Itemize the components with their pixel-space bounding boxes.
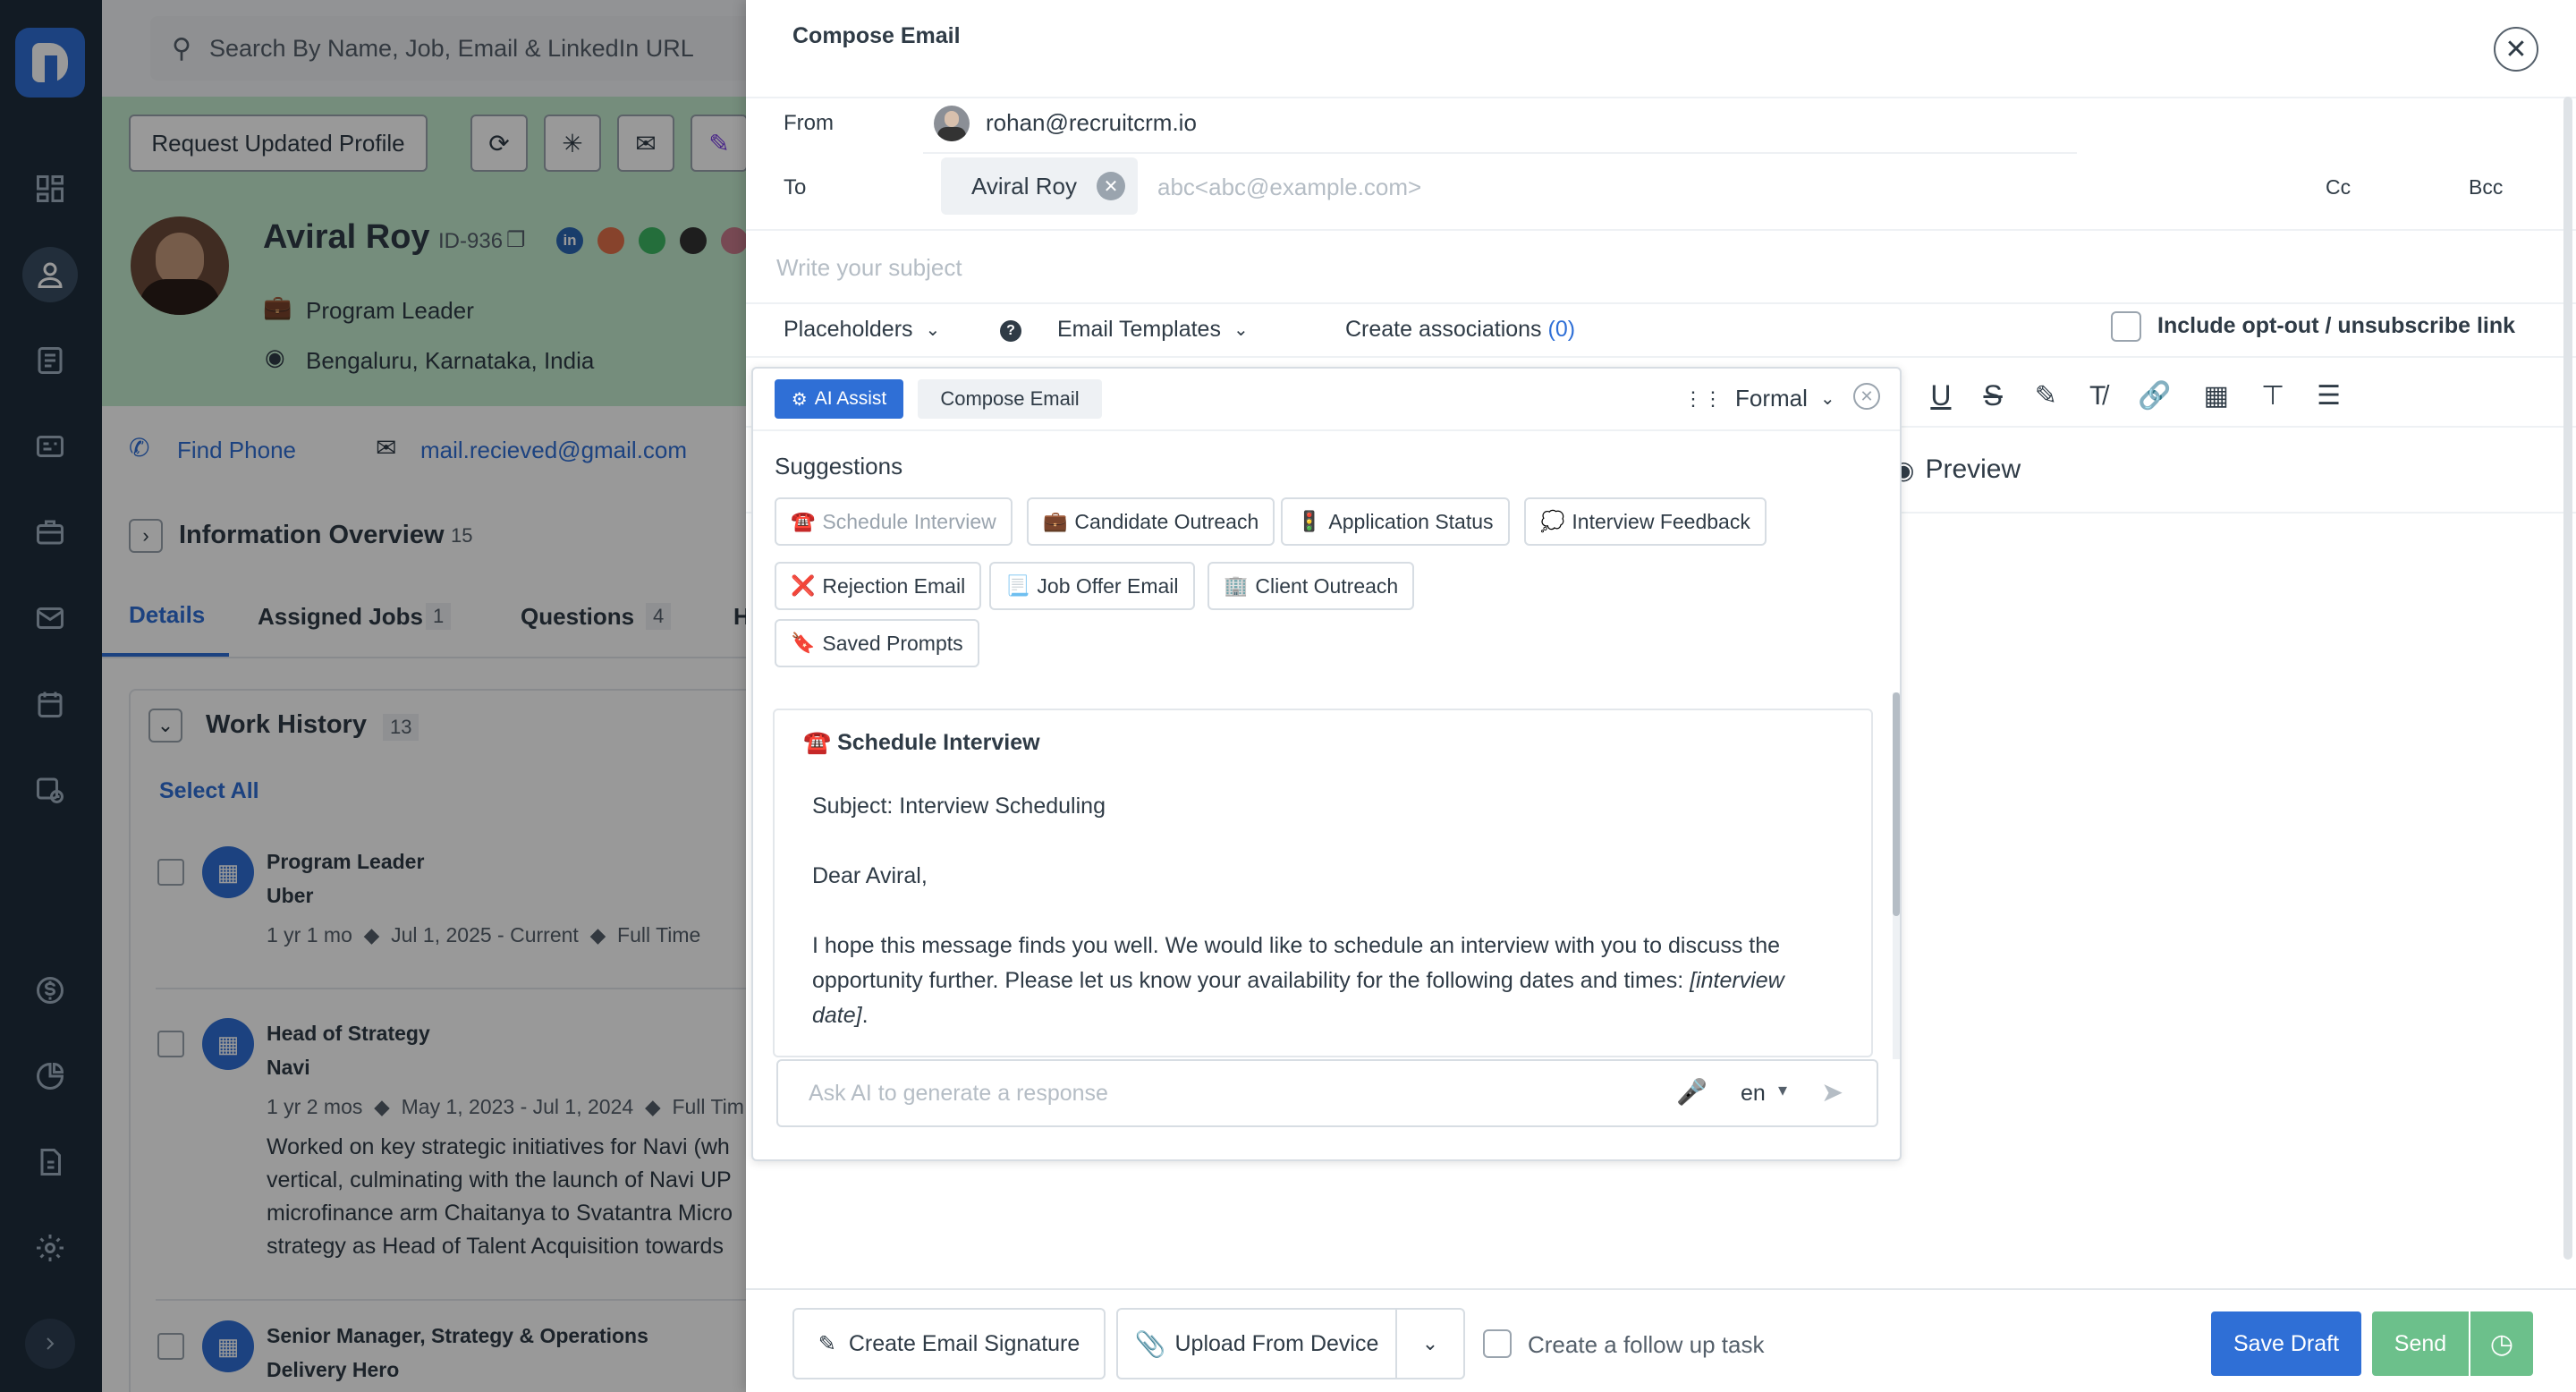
modal-overlay[interactable] — [0, 0, 746, 1392]
suggestion-job-offer-email[interactable]: 📃 Job Offer Email — [989, 562, 1195, 610]
create-associations-button[interactable]: Create associations (0) — [1345, 317, 1575, 343]
send-prompt-icon[interactable]: ➤ — [1821, 1077, 1843, 1108]
close-icon[interactable]: ✕ — [2494, 27, 2538, 72]
close-ai-panel-icon[interactable]: ✕ — [1853, 383, 1880, 410]
response-title: ☎️ Schedule Interview — [803, 730, 1040, 755]
microphone-icon[interactable]: 🎤 — [1676, 1077, 1707, 1107]
clock-icon: ◷ — [2489, 1328, 2514, 1359]
schedule-send-button[interactable]: ◷ — [2470, 1311, 2533, 1376]
followup-checkbox[interactable] — [1483, 1329, 1512, 1358]
clear-format-icon[interactable]: T̸ — [2089, 381, 2106, 412]
suggestion-candidate-outreach[interactable]: 💼 Candidate Outreach — [1027, 497, 1275, 546]
to-label: To — [784, 175, 807, 199]
help-icon[interactable]: ? — [1000, 320, 1021, 342]
suggestions-title: Suggestions — [775, 453, 903, 480]
tab-ai-assist[interactable]: ⚙ AI Assist — [775, 379, 903, 419]
menu-icon[interactable]: ☰ — [2317, 380, 2341, 412]
email-templates-dropdown[interactable]: Email Templates ⌄ — [1057, 317, 1249, 343]
robot-icon: ⚙ — [791, 389, 808, 410]
ai-panel-scrollbar[interactable] — [1893, 692, 1900, 1059]
chevron-down-icon: ⌄ — [925, 320, 941, 340]
editor-toolbar: / U S ✎ T̸ 🔗 ▦ ⊤ ☰ — [1891, 379, 2341, 412]
optout-label: Include opt-out / unsubscribe link — [2157, 313, 2516, 338]
ai-prompt-input[interactable]: Ask AI to generate a response 🎤 en ▾ ➤ — [776, 1059, 1878, 1127]
suggestion-schedule-interview[interactable]: ☎️ Schedule Interview — [775, 497, 1013, 546]
sender-avatar — [934, 106, 970, 141]
chevron-down-icon: ⌄ — [1233, 320, 1249, 340]
upload-options-dropdown[interactable]: ⌄ — [1395, 1308, 1465, 1379]
create-signature-button[interactable]: ✎ Create Email Signature — [792, 1308, 1106, 1379]
table-icon[interactable]: ▦ — [2204, 380, 2229, 412]
language-caret-icon: ▾ — [1778, 1081, 1788, 1100]
format-painter-icon[interactable]: ✎ — [2035, 380, 2057, 412]
preview-button[interactable]: ◉ Preview — [1893, 454, 2021, 485]
send-button[interactable]: Send — [2372, 1311, 2469, 1376]
ai-response-card: ☎️ Schedule Interview Subject: Interview… — [773, 709, 1873, 1057]
cc-button[interactable]: Cc — [2326, 175, 2351, 199]
save-draft-button[interactable]: Save Draft — [2211, 1311, 2361, 1376]
link-icon[interactable]: 🔗 — [2138, 380, 2171, 412]
chevron-down-icon: ⌄ — [1819, 389, 1835, 409]
paperclip-icon: 📎 — [1134, 1329, 1166, 1358]
ai-assist-panel: ⚙ AI Assist Compose Email ⋮⋮ Formal ⌄ ✕ … — [751, 367, 1902, 1161]
waveform-icon: ⋮⋮ — [1683, 386, 1723, 410]
pencil-icon: ✎ — [818, 1331, 836, 1356]
tone-dropdown[interactable]: ⋮⋮ Formal ⌄ — [1683, 385, 1835, 412]
modal-title: Compose Email — [792, 23, 961, 48]
from-label: From — [784, 111, 834, 135]
optout-checkbox[interactable] — [2111, 311, 2141, 342]
horizontal-rule-icon[interactable]: ⊤ — [2261, 380, 2284, 412]
placeholders-dropdown[interactable]: Placeholders ⌄ — [784, 317, 940, 343]
suggestion-interview-feedback[interactable]: 💭 Interview Feedback — [1524, 497, 1767, 546]
suggestion-rejection-email[interactable]: ❌ Rejection Email — [775, 562, 982, 610]
bcc-button[interactable]: Bcc — [2469, 175, 2503, 199]
tab-compose-email[interactable]: Compose Email — [918, 379, 1102, 419]
response-body: Subject: Interview Scheduling Dear Avira… — [812, 794, 1784, 1028]
suggestion-client-outreach[interactable]: 🏢 Client Outreach — [1208, 562, 1415, 610]
upload-device-button[interactable]: 📎 Upload From Device — [1116, 1308, 1397, 1379]
strikethrough-icon[interactable]: S — [1983, 379, 2002, 412]
chevron-down-icon: ⌄ — [1421, 1332, 1439, 1354]
modal-scrollbar[interactable] — [2563, 97, 2572, 1260]
recipient-chip[interactable]: Aviral Roy ✕ — [941, 157, 1138, 215]
suggestion-saved-prompts[interactable]: 🔖 Saved Prompts — [775, 619, 979, 667]
to-input[interactable]: abc<abc@example.com> — [1157, 174, 1421, 201]
subject-input[interactable]: Write your subject — [776, 254, 962, 282]
from-address: rohan@recruitcrm.io — [986, 109, 1197, 136]
underline-icon[interactable]: U — [1930, 379, 1951, 412]
suggestion-application-status[interactable]: 🚦 Application Status — [1281, 497, 1510, 546]
language-select[interactable]: en — [1741, 1081, 1766, 1107]
remove-recipient-icon[interactable]: ✕ — [1097, 172, 1126, 200]
followup-label: Create a follow up task — [1528, 1331, 1765, 1358]
